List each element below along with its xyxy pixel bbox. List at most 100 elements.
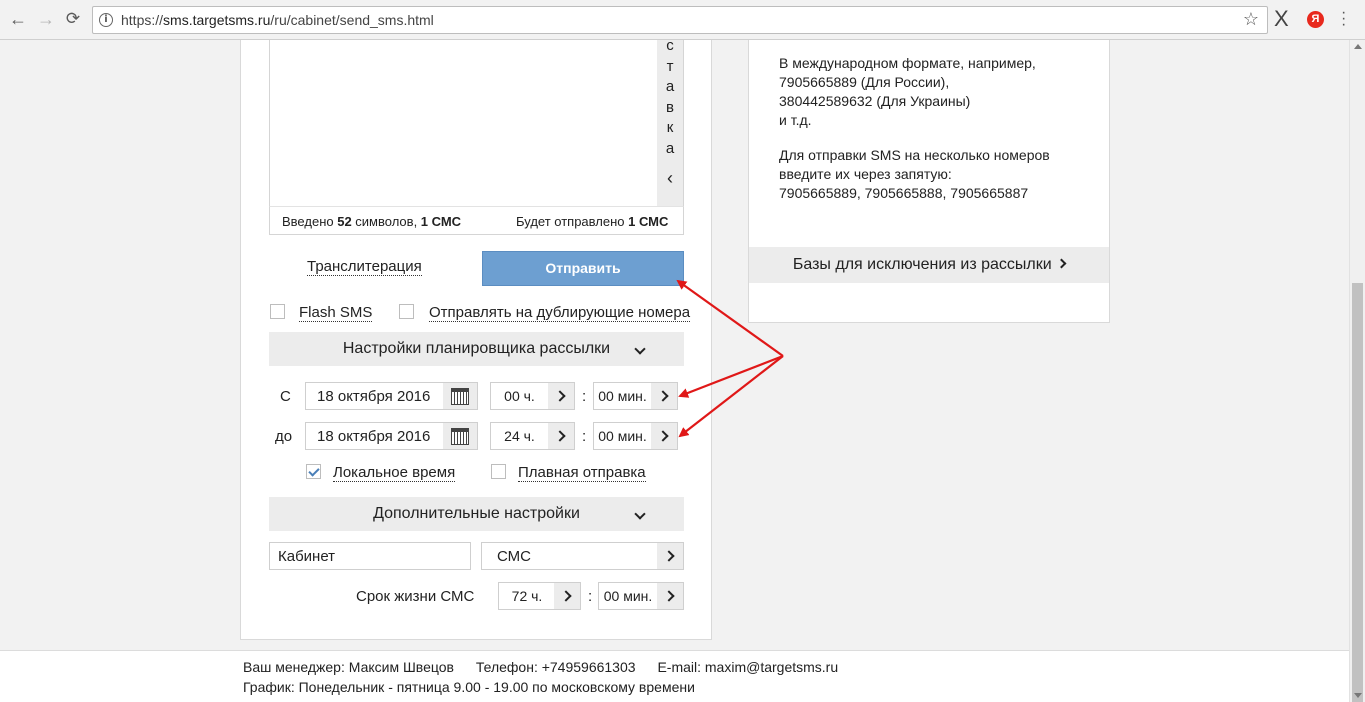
insert-tab-label: ставка	[657, 36, 683, 159]
message-type-value: СМС	[497, 548, 531, 565]
hint-line: и т.д.	[779, 112, 812, 128]
back-icon[interactable]: ←	[8, 9, 28, 29]
additional-settings-toggle[interactable]: Дополнительные настройки	[269, 497, 684, 531]
local-time-label[interactable]: Локальное время	[333, 464, 456, 482]
chevron-right-icon[interactable]	[651, 423, 677, 449]
scrollbar-thumb[interactable]	[1352, 283, 1363, 702]
chevron-down-icon	[634, 343, 646, 355]
to-hours-stepper[interactable]: 24 ч.	[490, 422, 575, 450]
chevron-left-icon: ‹	[667, 168, 673, 188]
work-schedule: График: Понедельник - пятница 9.00 - 19.…	[243, 679, 695, 695]
hint-line: 380442589632 (Для Украины)	[779, 93, 971, 109]
chevron-right-icon[interactable]	[657, 543, 683, 569]
insert-tab-letter: а	[665, 78, 675, 95]
from-hours-value: 00 ч.	[504, 388, 535, 404]
scheduler-settings-toggle[interactable]: Настройки планировщика рассылки	[269, 332, 684, 366]
reload-icon[interactable]: ⟳	[63, 9, 83, 29]
insert-tab-letter: к	[666, 119, 674, 136]
scheduler-settings-title: Настройки планировщика рассылки	[342, 340, 611, 357]
insert-tab-letter: с	[666, 37, 674, 54]
chevron-right-icon[interactable]	[548, 423, 574, 449]
lifetime-minutes-stepper[interactable]: 00 мин.	[598, 582, 684, 610]
from-label: С	[280, 388, 291, 405]
time-colon: :	[582, 428, 587, 445]
chevron-right-icon[interactable]	[651, 383, 677, 409]
calendar-icon	[451, 428, 469, 445]
extension-x-icon[interactable]: X	[1274, 6, 1289, 32]
chevron-right-icon	[1056, 258, 1067, 269]
manager-contacts: Ваш менеджер: Максим Швецов Телефон: +74…	[243, 659, 856, 675]
additional-settings-title: Дополнительные настройки	[373, 505, 580, 522]
duplicate-numbers-checkbox[interactable]	[399, 304, 414, 319]
to-calendar-button[interactable]	[443, 423, 477, 449]
address-bar[interactable]: i https://sms.targetsms.ru/ru/cabinet/se…	[92, 6, 1268, 34]
scroll-up-arrow-icon[interactable]	[1354, 44, 1362, 49]
chevron-down-icon	[634, 508, 646, 520]
transliteration-link[interactable]: Транслитерация	[307, 258, 422, 276]
message-type-select[interactable]: СМС	[481, 542, 684, 570]
insert-tab-letter: т	[666, 57, 674, 75]
hint-line: В международном формате, например,	[779, 55, 1036, 71]
from-hours-stepper[interactable]: 00 ч.	[490, 382, 575, 410]
hint-line: 7905665889, 7905665888, 7905665887	[779, 185, 1029, 201]
sms-to-be-sent: Будет отправлено 1 СМС	[516, 214, 669, 229]
exclusion-bases-label: Базы для исключения из рассылки	[792, 256, 1052, 273]
time-colon: :	[588, 588, 593, 605]
from-date-value: 18 октября 2016	[317, 388, 431, 405]
from-calendar-button[interactable]	[443, 383, 477, 409]
exclusion-bases-link[interactable]: Базы для исключения из рассылки	[749, 247, 1109, 283]
to-label: до	[275, 428, 293, 445]
to-hours-value: 24 ч.	[504, 428, 535, 444]
chevron-right-icon[interactable]	[554, 583, 580, 609]
multiple-numbers-hint: Для отправки SMS на несколько номеров вв…	[779, 146, 1050, 203]
to-minutes-value: 00 мин.	[598, 428, 647, 444]
characters-entered: Введено 52 символов, 1 СМС	[282, 214, 462, 229]
hint-line: Для отправки SMS на несколько номеров	[779, 147, 1050, 163]
chevron-right-icon[interactable]	[657, 583, 683, 609]
manager-phone: Телефон: +74959661303	[475, 659, 636, 675]
smooth-send-label[interactable]: Плавная отправка	[518, 464, 646, 482]
insert-tab-letter: а	[665, 139, 675, 157]
bookmark-star-icon[interactable]: ☆	[1243, 9, 1259, 30]
url-text: https://sms.targetsms.ru/ru/cabinet/send…	[121, 12, 434, 28]
page-footer: Ваш менеджер: Максим Швецов Телефон: +74…	[0, 650, 1349, 702]
from-minutes-stepper[interactable]: 00 мин.	[593, 382, 678, 410]
from-minutes-value: 00 мин.	[598, 388, 647, 404]
page-scrollbar[interactable]	[1349, 40, 1365, 702]
number-format-info-panel: В международном формате, например, 79056…	[748, 40, 1110, 323]
send-sms-panel: ставка ‹ Введено 52 символов, 1 СМС Буде…	[240, 37, 712, 640]
character-counter: Введено 52 символов, 1 СМС Будет отправл…	[269, 206, 684, 235]
yandex-extension-icon[interactable]: Я	[1307, 11, 1324, 28]
lifetime-hours-stepper[interactable]: 72 ч.	[498, 582, 581, 610]
lifetime-hours-value: 72 ч.	[511, 588, 543, 604]
manager-name: Ваш менеджер: Максим Швецов	[243, 659, 454, 675]
smooth-send-checkbox[interactable]	[491, 464, 506, 479]
insert-tab-letter: в	[666, 98, 674, 116]
source-field[interactable]: Кабинет	[269, 542, 471, 570]
to-date-input[interactable]: 18 октября 2016	[305, 422, 478, 450]
to-date-value: 18 октября 2016	[317, 428, 431, 445]
time-colon: :	[582, 388, 587, 405]
hint-line: 7905665889 (Для России),	[779, 74, 950, 90]
manager-email: E-mail: maxim@targetsms.ru	[657, 659, 839, 675]
browser-menu-icon[interactable]: · · ·	[1341, 5, 1346, 33]
local-time-checkbox[interactable]	[306, 464, 321, 479]
lifetime-minutes-value: 00 мин.	[603, 588, 653, 604]
send-button[interactable]: Отправить	[482, 251, 684, 286]
chevron-right-icon[interactable]	[548, 383, 574, 409]
forward-icon[interactable]: →	[36, 9, 56, 29]
source-value: Кабинет	[278, 548, 336, 565]
calendar-icon	[451, 388, 469, 405]
international-format-hint: В международном формате, например, 79056…	[779, 54, 1036, 130]
scroll-down-arrow-icon[interactable]	[1354, 693, 1362, 698]
from-date-input[interactable]: 18 октября 2016	[305, 382, 478, 410]
duplicate-numbers-label[interactable]: Отправлять на дублирующие номера	[429, 304, 691, 322]
sms-lifetime-label: Срок жизни СМС	[356, 588, 475, 605]
flash-sms-checkbox[interactable]	[270, 304, 285, 319]
browser-toolbar: ← → ⟳ i https://sms.targetsms.ru/ru/cabi…	[0, 0, 1365, 40]
flash-sms-label[interactable]: Flash SMS	[299, 304, 373, 322]
site-info-icon[interactable]: i	[99, 13, 113, 27]
hint-line: введите их через запятую:	[779, 166, 952, 182]
to-minutes-stepper[interactable]: 00 мин.	[593, 422, 678, 450]
insert-tab[interactable]: ставка ‹	[657, 37, 683, 207]
